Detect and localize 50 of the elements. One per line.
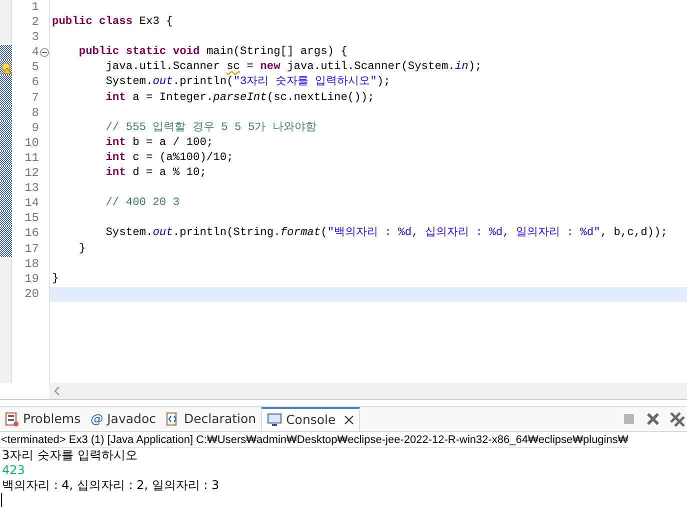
line-number: 17 [24, 242, 39, 257]
code-line: int a = Integer.parseInt(sc.nextLine()); [104, 90, 376, 106]
text-cursor [1, 493, 2, 507]
monitor-icon [267, 413, 282, 427]
code-line: public class Ex3 { [51, 15, 174, 30]
code-line: int d = a % 10; [104, 166, 208, 182]
line-number: 18 [24, 256, 39, 272]
panel-tab[interactable]: Problems [0, 407, 86, 431]
line-number: 3 [30, 30, 39, 46]
line-number: 4 [30, 45, 39, 60]
panel-tab[interactable]: Declaration [160, 407, 262, 431]
console-header: <terminated> Ex3 (1) [Java Application] C:₩Users₩admin₩Desktop₩eclipse-jee-2022-12-R-win32-x86_64₩eclipse₩plugins₩ [0, 432, 628, 448]
console-output-line: 백의자리 : 4, 십의자리 : 2, 일의자리 : 3 [1, 478, 220, 493]
code-line: int b = a / 100; [104, 136, 214, 151]
remove-icon[interactable] [645, 411, 661, 427]
code-line: // 400 20 3 [104, 196, 181, 212]
line-number: 10 [24, 136, 39, 151]
line-number: 11 [24, 150, 39, 166]
line-number: 20 [24, 286, 39, 302]
code-line: System.out.println("3자리 숫자를 입력하시오"); [104, 75, 392, 90]
code-line: } [78, 242, 87, 256]
line-number: 13 [24, 181, 39, 196]
line-number: 15 [24, 211, 39, 226]
line-number: 2 [30, 15, 39, 30]
console-output-line: 3자리 숫자를 입력하시오 [1, 448, 138, 463]
code-line: int c = (a%100)/10; [104, 150, 234, 166]
code-line: System.out.println(String.format("백의자리 : %d, 십의자리 : %d, 일의자리 : %d", b,c,d)); [104, 226, 668, 242]
remove-all-icon[interactable] [669, 411, 685, 427]
problems-icon [5, 412, 19, 426]
line-number: 14 [24, 196, 39, 212]
code-line: } [51, 272, 60, 287]
horizontal-scrollbar[interactable] [49, 383, 687, 399]
line-number: 12 [24, 166, 39, 182]
line-number: 19 [24, 272, 39, 287]
close-icon[interactable] [344, 415, 354, 425]
collapse-icon[interactable] [40, 48, 48, 58]
at-sign-icon: @ [90, 410, 104, 428]
line-number: 16 [24, 226, 39, 242]
panel-tab[interactable]: Console [261, 407, 360, 431]
line-number: 1 [30, 0, 39, 16]
line-number: 7 [30, 90, 39, 106]
code-line: // 555 입력할 경우 5 5 5가 나와야함 [104, 120, 318, 136]
code-line: java.util.Scanner sc = new java.util.Scanner(System.in); [104, 60, 483, 76]
panel-tab[interactable]: @ Javadoc [86, 407, 161, 431]
line-number: 9 [30, 120, 39, 136]
line-number: 8 [30, 106, 39, 121]
line-number: 6 [30, 75, 39, 91]
code-line: public static void main(String[] args) { [78, 45, 348, 60]
console-output-line: 423 [1, 463, 26, 478]
line-number: 5 [30, 60, 39, 76]
